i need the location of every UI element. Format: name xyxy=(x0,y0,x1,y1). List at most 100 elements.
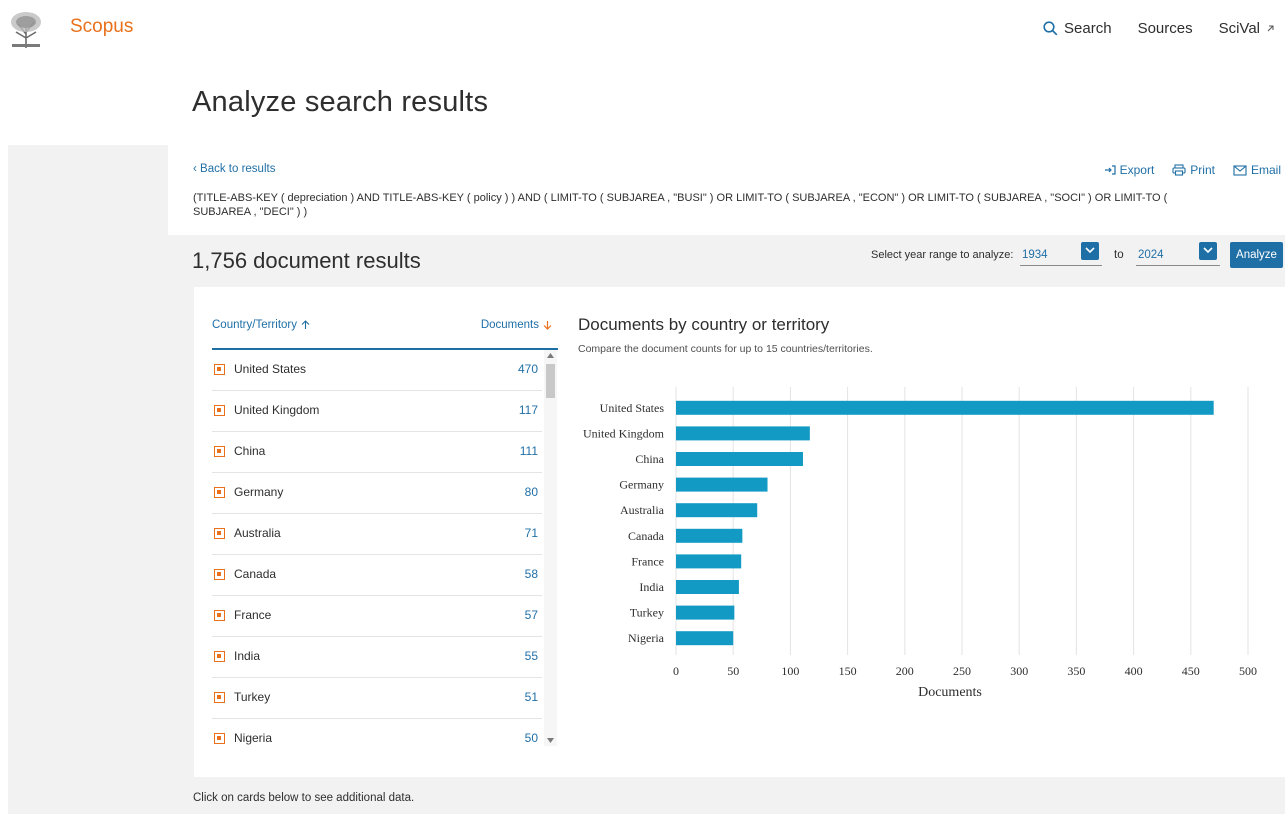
country-checkbox[interactable] xyxy=(214,487,225,498)
year-to-dropdown-button[interactable] xyxy=(1199,242,1217,260)
document-count-link[interactable]: 58 xyxy=(525,567,538,581)
top-navigation: Search Sources SciVal xyxy=(1043,20,1275,37)
x-tick-label: 400 xyxy=(1125,664,1143,678)
country-name: France xyxy=(234,608,272,622)
country-analysis-card[interactable]: Country/Territory Documents United State… xyxy=(194,287,1285,777)
bar-australia[interactable] xyxy=(676,503,758,518)
bar-united-states[interactable] xyxy=(676,400,1214,415)
back-link-label: Back to results xyxy=(200,163,276,175)
table-row[interactable]: France 57 xyxy=(212,596,542,637)
table-row[interactable]: Nigeria 50 xyxy=(212,719,542,746)
bar-united-kingdom[interactable] xyxy=(676,426,810,441)
country-checkbox[interactable] xyxy=(214,405,225,416)
y-category-label: Canada xyxy=(628,529,665,543)
nav-sources-label: Sources xyxy=(1137,20,1193,37)
y-category-label: India xyxy=(639,580,664,594)
bar-germany[interactable] xyxy=(676,477,768,492)
country-checkbox[interactable] xyxy=(214,446,225,457)
table-row[interactable]: China 111 xyxy=(212,432,542,473)
scrollbar-thumb[interactable] xyxy=(546,364,555,398)
bar-china[interactable] xyxy=(676,452,803,466)
left-panel xyxy=(8,145,168,814)
analyze-button[interactable]: Analyze xyxy=(1230,242,1283,268)
bar-nigeria[interactable] xyxy=(676,631,734,646)
table-scrollbar[interactable] xyxy=(544,350,557,746)
scroll-down-icon[interactable] xyxy=(547,738,554,743)
y-category-label: France xyxy=(631,554,664,568)
x-tick-label: 300 xyxy=(1010,664,1028,678)
x-tick-label: 150 xyxy=(839,664,857,678)
table-row[interactable]: Canada 58 xyxy=(212,555,542,596)
y-category-label: Nigeria xyxy=(628,631,665,645)
country-checkbox[interactable] xyxy=(214,569,225,580)
country-name: Australia xyxy=(234,526,281,540)
email-button[interactable]: Email xyxy=(1233,163,1281,177)
x-axis-title: Documents xyxy=(918,685,982,697)
arrow-up-icon xyxy=(301,320,310,329)
export-icon xyxy=(1104,165,1116,175)
y-category-label: United Kingdom xyxy=(583,426,665,440)
country-checkbox[interactable] xyxy=(214,364,225,375)
sort-by-country-header[interactable]: Country/Territory xyxy=(212,319,310,331)
bar-france[interactable] xyxy=(676,554,742,569)
nav-sources[interactable]: Sources xyxy=(1138,20,1193,37)
table-row[interactable]: Australia 71 xyxy=(212,514,542,555)
y-category-label: Germany xyxy=(619,478,664,492)
chart-subtitle: Compare the document counts for up to 15… xyxy=(578,343,873,355)
result-count: 1,756 document results xyxy=(192,248,421,273)
country-name: India xyxy=(234,649,261,663)
year-from-value: 1934 xyxy=(1022,249,1048,261)
country-name: Nigeria xyxy=(234,731,273,745)
export-button[interactable]: Export xyxy=(1104,163,1154,177)
y-category-label: Turkey xyxy=(630,606,664,620)
nav-search[interactable]: Search xyxy=(1043,20,1112,37)
elsevier-logo-icon[interactable] xyxy=(8,10,44,50)
document-count-link[interactable]: 50 xyxy=(525,731,538,745)
nav-scival-label: SciVal xyxy=(1218,20,1260,37)
country-checkbox[interactable] xyxy=(214,733,225,744)
table-row[interactable]: United States 470 xyxy=(212,350,542,391)
year-to-select[interactable]: 2024 xyxy=(1136,241,1220,266)
country-name: Germany xyxy=(234,485,284,499)
bar-turkey[interactable] xyxy=(676,605,735,620)
document-count-link[interactable]: 55 xyxy=(525,649,538,663)
country-bar-chart[interactable]: 0 50 100 150 200 250 300 350 400 450 500 United Sta… xyxy=(564,377,1279,697)
table-row[interactable]: United Kingdom 117 xyxy=(212,391,542,432)
country-name: United States xyxy=(234,362,307,376)
document-count-link[interactable]: 51 xyxy=(525,690,538,704)
back-to-results-link[interactable]: ‹ Back to results xyxy=(193,163,275,175)
table-row[interactable]: Germany 80 xyxy=(212,473,542,514)
country-column-label: Country/Territory xyxy=(212,319,297,331)
country-checkbox[interactable] xyxy=(214,692,225,703)
country-checkbox[interactable] xyxy=(214,610,225,621)
document-count-link[interactable]: 57 xyxy=(525,608,538,622)
chevron-down-icon xyxy=(1203,247,1213,254)
search-query: (TITLE-ABS-KEY ( depreciation ) AND TITL… xyxy=(193,192,1168,218)
document-count-link[interactable]: 80 xyxy=(525,485,538,499)
country-checkbox[interactable] xyxy=(214,651,225,662)
year-from-dropdown-button[interactable] xyxy=(1081,242,1099,260)
country-name: United Kingdom xyxy=(234,403,320,417)
x-tick-label: 0 xyxy=(673,664,679,678)
nav-scival[interactable]: SciVal xyxy=(1219,20,1275,37)
document-count-link[interactable]: 71 xyxy=(525,526,538,540)
table-row[interactable]: India 55 xyxy=(212,637,542,678)
country-checkbox[interactable] xyxy=(214,528,225,539)
scroll-up-icon[interactable] xyxy=(547,353,554,358)
year-from-select[interactable]: 1934 xyxy=(1020,241,1102,266)
document-count-link[interactable]: 117 xyxy=(519,403,538,417)
print-button[interactable]: Print xyxy=(1172,163,1215,177)
bar-canada[interactable] xyxy=(676,528,743,543)
bar-india[interactable] xyxy=(676,580,739,594)
table-row[interactable]: Turkey 51 xyxy=(212,678,542,719)
y-category-label: China xyxy=(635,452,664,466)
x-tick-label: 450 xyxy=(1182,664,1200,678)
document-count-link[interactable]: 470 xyxy=(518,362,538,376)
documents-column-label: Documents xyxy=(480,319,539,331)
scopus-logo[interactable]: Scopus xyxy=(70,16,133,38)
sort-by-documents-header[interactable]: Documents xyxy=(481,319,552,331)
country-table: United States 470 United Kingdom 117 China 11… xyxy=(212,350,558,746)
top-bar: Scopus Search Sources SciVal xyxy=(0,0,1285,56)
year-to-label: to xyxy=(1114,249,1124,261)
document-count-link[interactable]: 111 xyxy=(520,444,538,458)
